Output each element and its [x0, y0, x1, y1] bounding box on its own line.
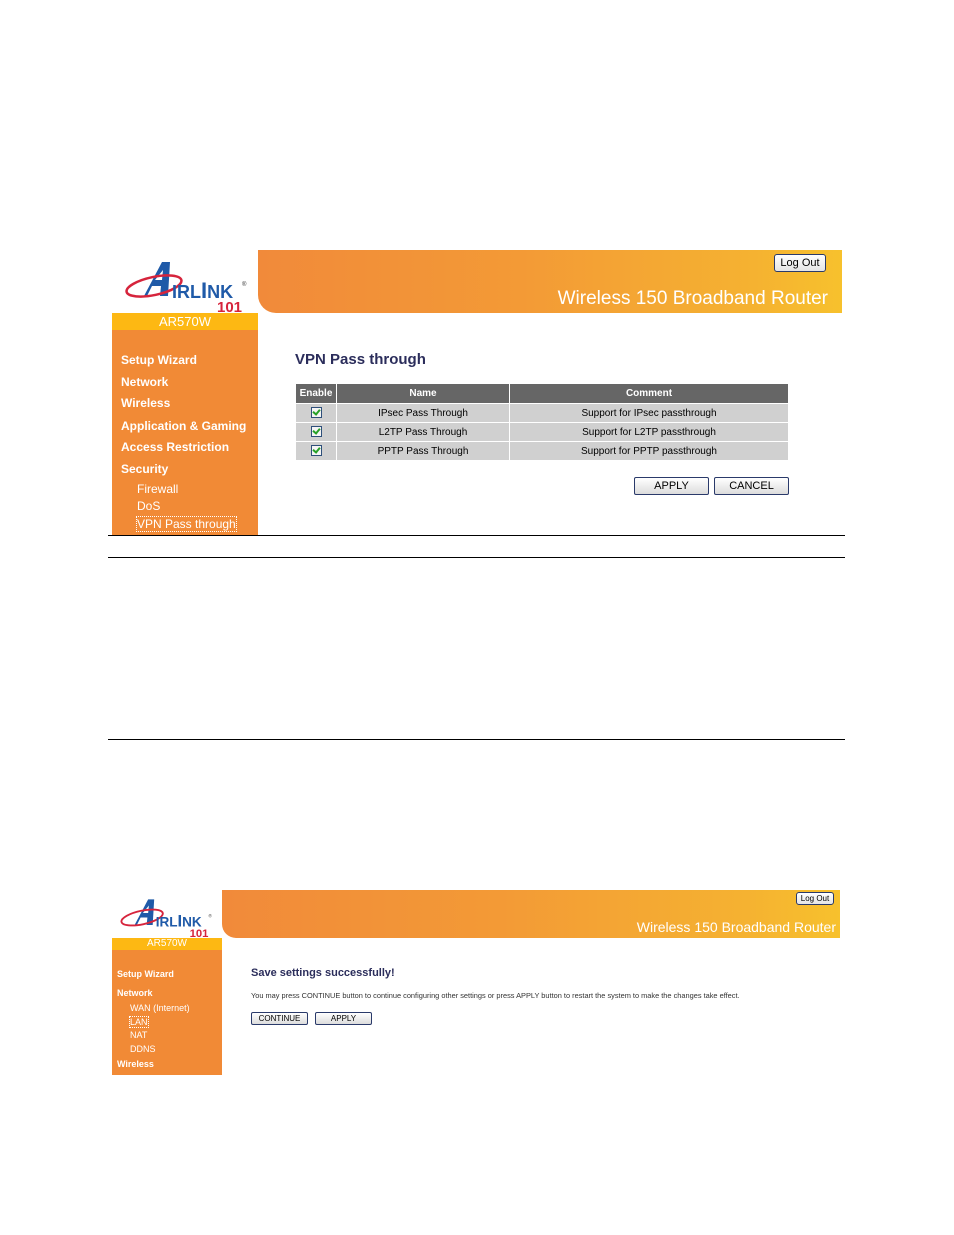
svg-text:®: ®	[208, 913, 212, 919]
ipsec-enable-checkbox[interactable]	[310, 407, 322, 419]
enable-cell	[295, 441, 337, 461]
product-title: Wireless 150 Broadband Router	[557, 288, 828, 309]
divider	[108, 535, 845, 536]
model-name: AR570W	[112, 938, 222, 950]
apply-button[interactable]: APPLY	[634, 477, 709, 495]
page-title: VPN Pass through	[295, 351, 426, 368]
table-row: IPsec Pass Through Support for IPsec pas…	[295, 403, 789, 423]
header-enable: Enable	[295, 383, 337, 404]
apply-button[interactable]: APPLY	[315, 1012, 372, 1025]
airlink-logo: IRLINK ® 101	[118, 894, 216, 938]
nav-wireless[interactable]: Wireless	[121, 396, 170, 410]
nav-network[interactable]: Network	[117, 988, 153, 998]
continue-button[interactable]: CONTINUE	[251, 1012, 308, 1025]
svg-text:101: 101	[217, 299, 242, 312]
header-name: Name	[336, 383, 510, 404]
table-row: L2TP Pass Through Support for L2TP passt…	[295, 422, 789, 442]
l2tp-enable-checkbox[interactable]	[310, 426, 322, 438]
nav-access-restriction[interactable]: Access Restriction	[121, 440, 229, 454]
nav-dos[interactable]: DoS	[137, 499, 160, 513]
name-cell: PPTP Pass Through	[336, 441, 510, 461]
product-title: Wireless 150 Broadband Router	[636, 919, 836, 935]
nav-wireless[interactable]: Wireless	[117, 1059, 154, 1069]
logo-area: IRLINK ® 101	[112, 250, 258, 313]
comment-cell: Support for L2TP passthrough	[509, 422, 789, 442]
nav-nat[interactable]: NAT	[130, 1030, 147, 1040]
header-banner: Log Out Wireless 150 Broadband Router	[222, 890, 840, 938]
nav-setup-wizard[interactable]: Setup Wizard	[117, 969, 174, 979]
logout-button[interactable]: Log Out	[774, 254, 826, 272]
nav-wan[interactable]: WAN (Internet)	[130, 1003, 190, 1013]
logo-area: IRLINK ® 101	[112, 890, 222, 938]
airlink-logo: IRLINK ® 101	[122, 256, 252, 312]
table-header-row: Enable Name Comment	[295, 383, 789, 404]
comment-cell: Support for PPTP passthrough	[509, 441, 789, 461]
nav-firewall[interactable]: Firewall	[137, 482, 178, 496]
logout-button[interactable]: Log Out	[796, 892, 834, 905]
cancel-button[interactable]: CANCEL	[714, 477, 789, 495]
header-banner: Log Out Wireless 150 Broadband Router	[258, 250, 842, 313]
divider	[108, 557, 845, 558]
nav-security[interactable]: Security	[121, 462, 168, 476]
header-comment: Comment	[509, 383, 789, 404]
nav-application-gaming[interactable]: Application & Gaming	[121, 419, 246, 433]
model-name: AR570W	[112, 313, 258, 330]
save-message: You may press CONTINUE button to continu…	[251, 991, 740, 1000]
svg-text:101: 101	[190, 928, 209, 938]
nav-vpn-pass-through[interactable]: VPN Pass through	[136, 516, 237, 532]
nav-lan[interactable]: LAN	[129, 1016, 149, 1028]
svg-text:®: ®	[242, 281, 247, 288]
enable-cell	[295, 422, 337, 442]
page-title: Save settings successfully!	[251, 967, 395, 979]
nav-network[interactable]: Network	[121, 375, 168, 389]
vpn-table: Enable Name Comment IPsec Pass Through S…	[295, 383, 789, 461]
divider	[108, 739, 845, 740]
table-row: PPTP Pass Through Support for PPTP passt…	[295, 441, 789, 461]
pptp-enable-checkbox[interactable]	[310, 445, 322, 457]
nav-ddns[interactable]: DDNS	[130, 1044, 156, 1054]
name-cell: IPsec Pass Through	[336, 403, 510, 423]
comment-cell: Support for IPsec passthrough	[509, 403, 789, 423]
enable-cell	[295, 403, 337, 423]
nav-setup-wizard[interactable]: Setup Wizard	[121, 353, 197, 367]
name-cell: L2TP Pass Through	[336, 422, 510, 442]
